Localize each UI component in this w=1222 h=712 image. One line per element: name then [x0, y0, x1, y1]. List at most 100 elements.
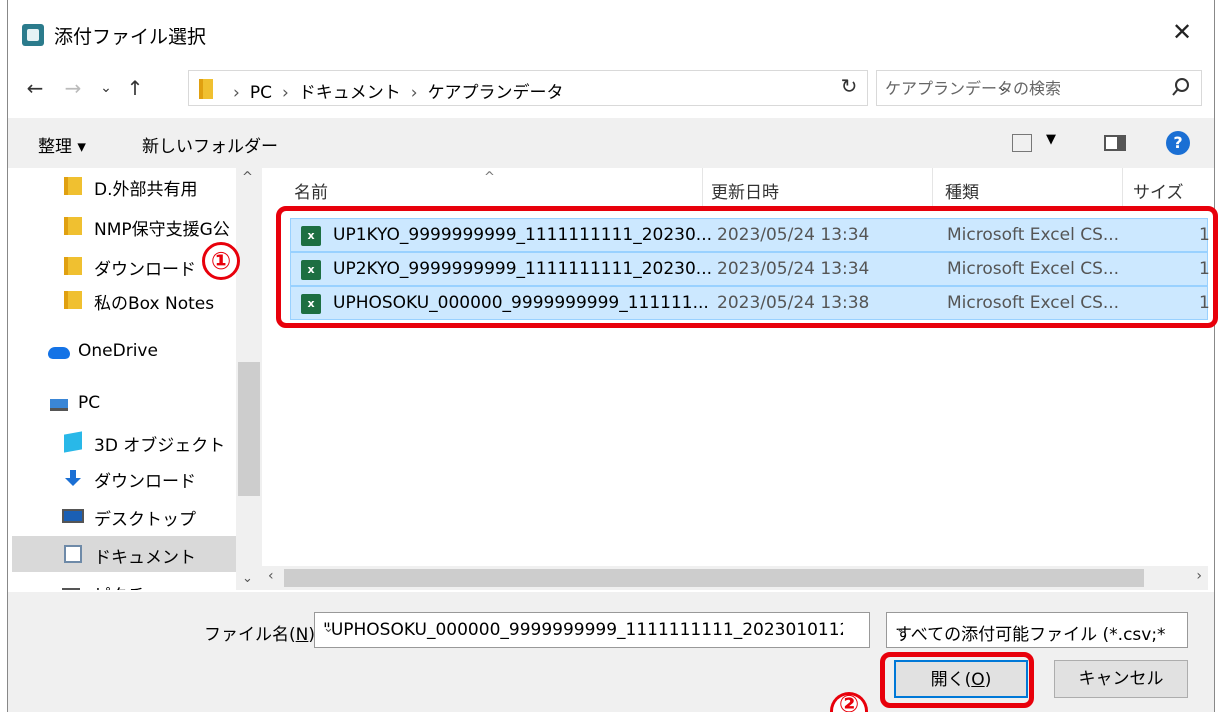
address-row: ← → ⌄ ↑ › PC › ドキュメント › ケアプランデータ ⌄ ↻	[8, 70, 1214, 106]
folder-icon	[199, 79, 213, 99]
sidebar-item-box-notes[interactable]: 私のBox Notes	[12, 282, 242, 318]
sidebar-item-label: D.外部共有用	[94, 180, 198, 200]
scroll-right-icon[interactable]: ›	[1196, 568, 1202, 584]
organize-button[interactable]: 整理 ▾	[38, 132, 86, 157]
sidebar-item-label: ドキュメント	[94, 548, 196, 568]
address-bar[interactable]: › PC › ドキュメント › ケアプランデータ ⌄	[188, 70, 1009, 106]
pc-icon	[50, 399, 68, 411]
filename-label: ファイル名(N):	[204, 625, 321, 645]
scroll-left-icon[interactable]: ‹	[268, 568, 274, 584]
folder-icon	[64, 177, 82, 195]
file-type: Microsoft Excel CS...	[947, 259, 1120, 279]
file-modified: 2023/05/24 13:34	[717, 259, 870, 279]
sidebar-item-label: ダウンロード	[94, 260, 196, 280]
sidebar-item-desktop[interactable]: デスクトップ	[12, 498, 242, 534]
sidebar-scrollbar[interactable]: ^ ⌄	[236, 168, 262, 590]
documents-icon	[64, 545, 82, 563]
excel-file-icon: x	[301, 226, 321, 246]
help-icon[interactable]: ?	[1166, 131, 1190, 155]
sidebar-item-pictures[interactable]: ピクチャ	[12, 574, 242, 590]
file-row[interactable]: x UP2KYO_9999999999_1111111111_20230... …	[290, 252, 1210, 286]
app-icon	[22, 24, 44, 46]
column-modified-label: 更新日時	[711, 183, 779, 203]
folder-icon	[64, 217, 82, 235]
navigation-pane: D.外部共有用 NMP保守支援G公 ダウンロード 私のBox Notes One…	[12, 168, 262, 590]
desktop-icon	[62, 509, 84, 523]
breadcrumb-documents[interactable]: ドキュメント	[299, 83, 401, 103]
search-input[interactable]	[885, 76, 1155, 100]
breadcrumb: › PC › ドキュメント › ケアプランデータ	[223, 78, 564, 103]
file-modified: 2023/05/24 13:34	[717, 225, 870, 245]
file-type: Microsoft Excel CS...	[947, 225, 1120, 245]
breadcrumb-separator: ›	[410, 83, 418, 103]
column-header-type[interactable]: 種類	[933, 168, 1123, 208]
sidebar-item-pc[interactable]: PC	[12, 386, 242, 422]
file-name: UPHOSOKU_000000_9999999999_111111...	[333, 293, 709, 313]
sidebar-item-label: NMP保守支援G公	[94, 220, 230, 240]
view-chevron-down-icon[interactable]: ▼	[1046, 132, 1056, 147]
scroll-down-icon[interactable]: ⌄	[242, 571, 253, 586]
file-row[interactable]: x UP1KYO_9999999999_1111111111_20230... …	[290, 218, 1210, 252]
column-header-modified[interactable]: 更新日時	[703, 168, 933, 208]
file-name: UP2KYO_9999999999_1111111111_20230...	[333, 259, 712, 279]
cloud-icon	[48, 347, 70, 359]
file-name: UP1KYO_9999999999_1111111111_20230...	[333, 225, 712, 245]
folder-icon	[64, 257, 82, 275]
filetype-select[interactable]: すべての添付可能ファイル (*.csv;*.p ⌄	[886, 612, 1188, 648]
horizontal-scrollbar[interactable]: ‹ ›	[262, 566, 1208, 590]
column-header-size[interactable]: サイズ	[1123, 168, 1208, 208]
scroll-up-icon[interactable]: ^	[242, 170, 253, 185]
open-button[interactable]: 開く(O)	[894, 660, 1028, 698]
new-folder-button[interactable]: 新しいフォルダー	[142, 132, 278, 157]
sidebar-item-downloads[interactable]: ダウンロード	[12, 460, 242, 496]
search-icon[interactable]	[1171, 77, 1191, 97]
search-box	[876, 70, 1202, 106]
sidebar-item-nmp[interactable]: NMP保守支援G公	[12, 208, 242, 244]
close-button[interactable]: ✕	[1168, 18, 1196, 46]
sidebar-item-label: ダウンロード	[94, 472, 196, 492]
3d-objects-icon	[64, 431, 82, 453]
sidebar-item-label: OneDrive	[78, 341, 158, 361]
breadcrumb-separator: ›	[233, 83, 240, 103]
excel-file-icon: x	[301, 294, 321, 314]
forward-arrow-icon[interactable]: →	[60, 74, 86, 102]
scrollbar-thumb[interactable]	[238, 362, 260, 496]
bottom-panel: ファイル名(N): "UPHOSOKU_000000_9999999999_11…	[8, 592, 1214, 712]
sidebar-item-3d-objects[interactable]: 3D オブジェクト	[12, 424, 242, 460]
sidebar-item-label: 私のBox Notes	[94, 294, 215, 314]
file-row[interactable]: x UPHOSOKU_000000_9999999999_111111... 2…	[290, 286, 1210, 320]
column-size-label: サイズ	[1133, 183, 1184, 203]
filename-field[interactable]: "UPHOSOKU_000000_9999999999_1111111111_2…	[314, 612, 870, 648]
breadcrumb-separator: ›	[281, 83, 289, 103]
toolbar: 整理 ▾ 新しいフォルダー ▼ ?	[8, 118, 1214, 168]
breadcrumb-careplan[interactable]: ケアプランデータ	[428, 83, 564, 103]
column-type-label: 種類	[945, 183, 979, 203]
window-title: 添付ファイル選択	[54, 26, 207, 48]
recent-locations-chevron-icon[interactable]: ⌄	[96, 74, 116, 102]
view-details-icon[interactable]	[1012, 134, 1032, 152]
sidebar-item-label: デスクトップ	[94, 510, 196, 530]
preview-pane-icon[interactable]	[1104, 135, 1126, 151]
column-header-name[interactable]: 名前	[262, 168, 702, 208]
chevron-down-icon[interactable]: ⌄	[323, 621, 863, 636]
sidebar-item-external-share[interactable]: D.外部共有用	[12, 168, 242, 204]
sidebar-item-label: ピクチャ	[94, 581, 162, 590]
file-open-dialog: 添付ファイル選択 ✕ ← → ⌄ ↑ › PC › ドキュメント › ケアプランデータ ⌄…	[7, 0, 1215, 712]
breadcrumb-pc[interactable]: PC	[250, 83, 272, 103]
up-arrow-icon[interactable]: ↑	[122, 74, 148, 102]
chevron-down-icon[interactable]: ⌄	[895, 621, 1181, 636]
back-arrow-icon[interactable]: ←	[22, 74, 48, 102]
sidebar-item-onedrive[interactable]: OneDrive	[12, 334, 242, 370]
sidebar-item-documents[interactable]: ドキュメント	[12, 536, 242, 572]
scrollbar-thumb[interactable]	[284, 569, 1144, 587]
file-list: ^ 名前 更新日時 種類 サイズ x UP1KYO_9999999999_111…	[262, 168, 1210, 568]
sidebar-item-label: 3D オブジェクト	[94, 436, 226, 456]
refresh-icon[interactable]: ↻	[834, 74, 864, 102]
cancel-button[interactable]: キャンセル	[1054, 660, 1188, 698]
folder-icon	[64, 291, 82, 309]
step-1-marker: ①	[202, 242, 240, 280]
sidebar-item-label: PC	[78, 393, 101, 413]
file-type: Microsoft Excel CS...	[947, 293, 1120, 313]
file-size: 1	[1199, 259, 1210, 279]
column-name-label: 名前	[294, 183, 328, 203]
